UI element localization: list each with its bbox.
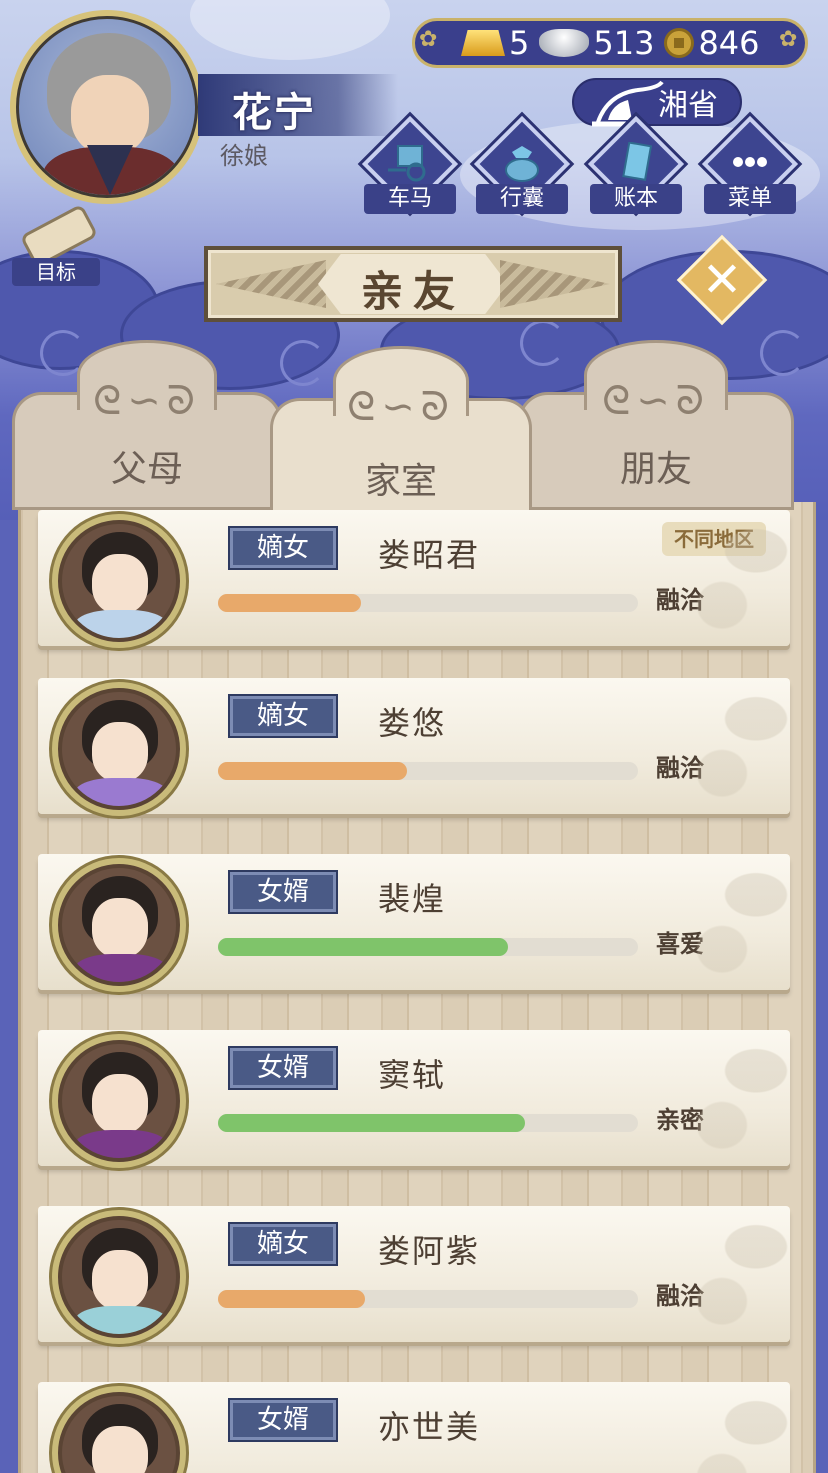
menu-ledger-button[interactable]: 账本 (587, 115, 685, 216)
member-relation-tag: 嫡女 (228, 694, 338, 738)
affinity-bar (218, 1114, 638, 1132)
page-title: 亲友 (360, 267, 465, 316)
affinity-bar (218, 1290, 638, 1308)
member-card[interactable]: 嫡女 娄悠融洽 (38, 678, 790, 816)
member-relation-status: 亲密 (656, 1106, 704, 1134)
close-icon[interactable]: ✕ (700, 252, 744, 308)
member-relation-tag: 嫡女 (228, 526, 338, 570)
cloud-ornament-icon: ᘓ∽ᘐ (93, 378, 201, 424)
member-card[interactable]: 女婿 亦世美 (38, 1382, 790, 1473)
member-name: 娄阿紫 (378, 1232, 481, 1270)
location-icon (592, 80, 664, 127)
page-title-banner: 亲友 (204, 246, 622, 322)
member-card[interactable]: 嫡女 娄昭君融洽 不同地区 (38, 510, 790, 648)
member-name: 娄昭君 (378, 536, 481, 574)
goal-label: 目标 (12, 258, 100, 286)
player-avatar[interactable] (10, 10, 204, 204)
tab-family-label: 家室 (364, 461, 437, 502)
player-name: 花宁 (232, 90, 316, 136)
member-card[interactable]: 女婿 窦轼亲密 (38, 1030, 790, 1168)
affinity-bar-fill (218, 762, 407, 780)
goal-button[interactable]: 目标 (12, 203, 102, 286)
menu-more-label: 菜单 (704, 184, 796, 214)
menu-bundle-button[interactable]: 行囊 (473, 115, 571, 216)
member-portrait (52, 1386, 186, 1473)
cloud-ornament-icon: ᘓ∽ᘐ (347, 384, 455, 430)
affinity-bar-fill (218, 1290, 365, 1308)
silver-ingot-icon (539, 29, 590, 57)
tab-friends-label: 朋友 (619, 449, 692, 490)
member-portrait (52, 1210, 186, 1344)
menu-ledger-label: 账本 (590, 184, 682, 214)
member-portrait (52, 1034, 186, 1168)
different-region-badge: 不同地区 (662, 522, 766, 556)
affinity-bar (218, 938, 638, 956)
affinity-bar (218, 594, 638, 612)
bamboo-left-icon: ✿ (419, 27, 438, 52)
member-relation-tag: 女婿 (228, 1398, 338, 1442)
cloud-ornament-icon: ᘓ∽ᘐ (602, 378, 710, 424)
member-portrait (52, 514, 186, 648)
gold-currency: 5 (461, 24, 529, 62)
currency-bar: ✿ 5 513 846 ✿ (412, 18, 808, 68)
more-icon (733, 157, 767, 167)
affinity-bar-fill (218, 594, 361, 612)
ledger-icon (622, 142, 653, 181)
tab-family[interactable]: ᘓ∽ᘐ 家室 (270, 346, 532, 520)
player-title: 徐娘 (220, 142, 268, 170)
tab-parents-label: 父母 (110, 449, 183, 490)
menu-more-button[interactable]: 菜单 (701, 115, 799, 216)
tab-friends[interactable]: ᘓ∽ᘐ 朋友 (518, 340, 794, 510)
location-button[interactable]: 湘省 (572, 78, 742, 127)
member-relation-status: 融洽 (656, 1282, 704, 1310)
member-name: 娄悠 (378, 704, 447, 742)
member-portrait (52, 858, 186, 992)
member-portrait (52, 682, 186, 816)
member-card[interactable]: 嫡女 娄阿紫融洽 (38, 1206, 790, 1344)
affinity-bar-fill (218, 1114, 525, 1132)
member-relation-status: 融洽 (656, 754, 704, 782)
affinity-bar-fill (218, 938, 508, 956)
bamboo-right-icon: ✿ (779, 27, 798, 52)
member-name: 窦轼 (378, 1056, 447, 1094)
member-name: 亦世美 (378, 1408, 481, 1446)
member-name: 裴煌 (378, 880, 447, 918)
copper-amount: 846 (698, 24, 760, 62)
member-relation-status: 喜爱 (656, 930, 704, 958)
copper-coin-icon (664, 28, 695, 58)
silver-currency: 513 (539, 24, 654, 62)
gold-amount: 5 (509, 24, 530, 62)
member-relation-tag: 嫡女 (228, 1222, 338, 1266)
menu-carriage-label: 车马 (364, 184, 456, 214)
member-card[interactable]: 女婿 裴煌喜爱 (38, 854, 790, 992)
menu-carriage-button[interactable]: 车马 (361, 115, 459, 216)
bundle-icon (505, 146, 539, 182)
copper-currency: 846 (664, 24, 760, 62)
gold-ingot-icon (461, 30, 505, 56)
menu-bundle-label: 行囊 (476, 184, 568, 214)
carriage-icon (388, 145, 426, 182)
tab-parents[interactable]: ᘓ∽ᘐ 父母 (12, 340, 282, 510)
member-relation-tag: 女婿 (228, 1046, 338, 1090)
member-relation-tag: 女婿 (228, 870, 338, 914)
silver-amount: 513 (593, 24, 655, 62)
member-relation-status: 融洽 (656, 586, 704, 614)
affinity-bar (218, 762, 638, 780)
